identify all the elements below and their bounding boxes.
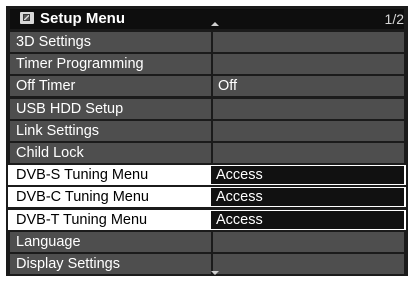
menu-item[interactable]: USB HDD Setup [10, 99, 404, 119]
setup-menu-panel: Setup Menu 1/2 3D Settings Timer Programm… [6, 6, 408, 276]
menu-item-label: DVB-S Tuning Menu [8, 165, 211, 185]
menu-item-value [213, 232, 404, 252]
menu-header: Setup Menu 1/2 [10, 9, 404, 29]
page-title: Setup Menu [40, 10, 125, 27]
menu-item-label: Display Settings [10, 254, 211, 274]
scroll-up-arrow-icon[interactable] [211, 22, 219, 26]
menu-item-value: Access [211, 188, 404, 206]
menu-item[interactable]: Display Settings [10, 254, 404, 274]
menu-item-value: Access [211, 166, 404, 184]
menu-item[interactable]: 3D Settings [10, 32, 404, 52]
menu-item-label: Language [10, 232, 211, 252]
menu-item-label: 3D Settings [10, 32, 211, 52]
menu-item[interactable]: Timer Programming [10, 54, 404, 74]
menu-item[interactable]: Language [10, 232, 404, 252]
menu-item-value [213, 99, 404, 119]
menu-item-label: Child Lock [10, 143, 211, 163]
menu-item-label: Off Timer [10, 76, 211, 96]
menu-item[interactable]: DVB-C Tuning Menu Access [8, 187, 406, 207]
menu-item[interactable]: Child Lock [10, 143, 404, 163]
setup-menu-icon [20, 12, 34, 24]
menu-item-label: Link Settings [10, 121, 211, 141]
menu-item-value: Off [213, 76, 404, 96]
menu-item-label: USB HDD Setup [10, 99, 211, 119]
menu-item-value [213, 121, 404, 141]
menu-item-value [213, 143, 404, 163]
scroll-down-arrow-icon[interactable] [211, 271, 219, 275]
menu-item-value [213, 254, 404, 274]
menu-item-label: DVB-C Tuning Menu [8, 187, 211, 207]
menu-item-label: Timer Programming [10, 54, 211, 74]
menu-item-value [213, 54, 404, 74]
menu-item-value: Access [211, 211, 404, 229]
menu-item[interactable]: DVB-S Tuning Menu Access [8, 165, 406, 185]
menu-item-value [213, 32, 404, 52]
menu-item[interactable]: DVB-T Tuning Menu Access [8, 210, 406, 230]
menu-item[interactable]: Link Settings [10, 121, 404, 141]
page-indicator: 1/2 [384, 11, 404, 27]
menu-item-label: DVB-T Tuning Menu [8, 210, 211, 230]
menu-item[interactable]: Off Timer Off [10, 76, 404, 96]
